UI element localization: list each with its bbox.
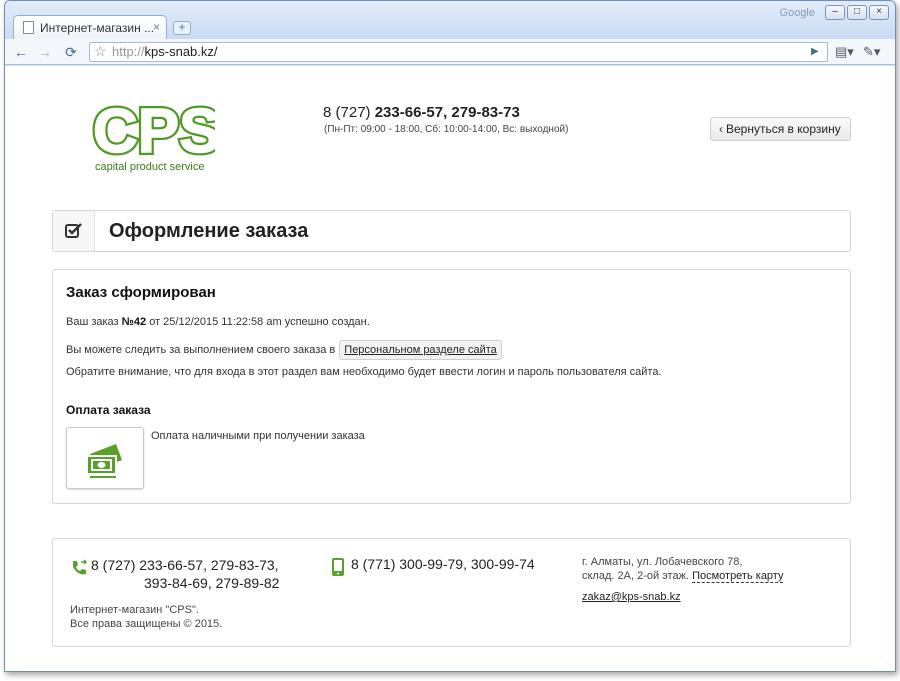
view-map-link[interactable]: Посмотреть карту <box>692 570 784 583</box>
back-to-cart-label: Вернуться в корзину <box>726 122 841 136</box>
payment-method-label: Оплата наличными при получении заказа <box>151 430 365 442</box>
browser-tab[interactable]: Интернет-магазин ... × <box>13 15 167 39</box>
phone-icon <box>73 559 88 575</box>
mobile-phone-icon <box>332 558 344 576</box>
url-protocol: http:// <box>112 44 145 59</box>
footer-mobile-phone: 8 (771) 300-99-79, 300-99-74 <box>351 556 535 572</box>
working-hours: (Пн-Пт: 09:00 - 18:00, Сб: 10:00-14:00, … <box>324 124 569 135</box>
footer-email-link[interactable]: zakaz@kps-snab.kz <box>582 591 681 603</box>
order-number: №42 <box>121 316 147 328</box>
svg-text:capital product service: capital product service <box>95 161 204 173</box>
personal-section-link[interactable]: Персональном разделе сайта <box>339 340 502 360</box>
page-viewport: CPS CPS capital product service 8 (727) … <box>5 66 895 671</box>
title-bar: Интернет-магазин ... × + Google – □ × <box>5 1 895 39</box>
address-bar[interactable]: ☆ http://kps-snab.kz/ <box>89 42 828 62</box>
cash-icon <box>86 444 122 478</box>
cps-logo[interactable]: CPS CPS capital product service <box>91 94 215 174</box>
cash-payment-card[interactable] <box>66 427 144 489</box>
svg-text:CPS: CPS <box>93 97 215 166</box>
browser-window: Интернет-магазин ... × + Google – □ × ← … <box>4 0 896 672</box>
new-tab-button[interactable]: + <box>173 21 191 35</box>
footer-copyright: Интернет-магазин "CPS". Все права защище… <box>70 604 223 630</box>
forward-button[interactable]: → <box>35 42 55 62</box>
reload-button[interactable]: ⟳ <box>61 42 81 62</box>
go-button[interactable]: ▶ <box>811 42 819 62</box>
header-phone: 8 (727) 233-66-57, 279-83-73 <box>323 104 520 121</box>
order-heading: Заказ сформирован <box>66 284 216 301</box>
checkbox-icon <box>53 211 95 251</box>
footer-panel: 8 (727) 233-66-57, 279-83-73, 393-84-69,… <box>52 538 851 647</box>
browser-toolbar: ← → ⟳ ☆ http://kps-snab.kz/ ▶ ▤▾ ✎▾ <box>5 39 895 65</box>
page-icon <box>23 21 34 34</box>
back-button[interactable]: ← <box>11 42 31 62</box>
minimize-button[interactable]: – <box>825 5 845 20</box>
maximize-button[interactable]: □ <box>847 5 867 20</box>
bookmark-star-icon[interactable]: ☆ <box>94 43 107 60</box>
close-window-button[interactable]: × <box>869 5 889 20</box>
footer-phone-list: 8 (727) 233-66-57, 279-83-73, 393-84-69,… <box>91 557 280 591</box>
url-host: kps-snab.kz/ <box>144 44 218 59</box>
tab-title: Интернет-магазин ... <box>40 21 155 35</box>
order-created-line: Ваш заказ №42 от 25/12/2015 11:22:58 am … <box>66 316 370 328</box>
checkout-title-panel: Оформление заказа <box>52 210 851 252</box>
footer-address: г. Алматы, ул. Лобачевского 78, склад. 2… <box>582 556 784 583</box>
tools-menu-button[interactable]: ✎▾ <box>863 42 880 62</box>
login-note: Обратите внимание, что для входа в этот … <box>66 366 662 378</box>
back-to-cart-button[interactable]: ‹ Вернуться в корзину <box>710 117 851 141</box>
payment-heading: Оплата заказа <box>66 403 151 417</box>
page-title: Оформление заказа <box>109 220 309 242</box>
track-order-line: Вы можете следить за выполнением своего … <box>66 340 502 360</box>
chevron-left-icon: ‹ <box>719 122 723 136</box>
tab-close-icon[interactable]: × <box>153 20 160 34</box>
google-brand: Google <box>779 7 815 19</box>
order-panel: Заказ сформирован Ваш заказ №42 от 25/12… <box>52 269 851 504</box>
window-controls: – □ × <box>825 5 889 20</box>
page-menu-button[interactable]: ▤▾ <box>835 42 854 62</box>
